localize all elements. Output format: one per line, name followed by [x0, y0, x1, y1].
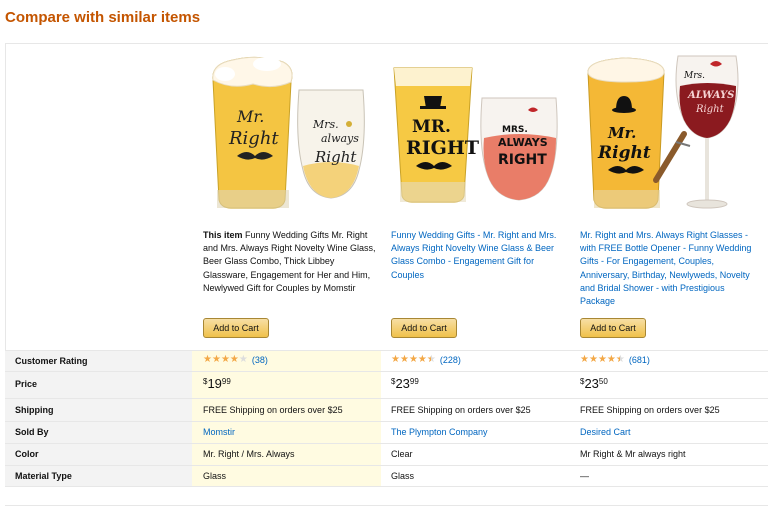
star-icon: ★	[597, 354, 607, 365]
image-lettering: Right	[695, 104, 725, 115]
color-label: Color	[15, 449, 39, 459]
product-3-seller-link[interactable]: Desired Cart	[580, 427, 631, 437]
product-2-rating[interactable]: ★★★★★ (228)	[391, 354, 461, 366]
price-cents: 99	[409, 377, 419, 386]
price-whole: 23	[395, 376, 410, 391]
shipping-label: Shipping	[15, 405, 54, 415]
product-image-3[interactable]: Mr. Right Mrs. ALWAYS Right	[580, 50, 750, 220]
sold-by-label: Sold By	[15, 427, 49, 437]
product-1-color: Mr. Right / Mrs. Always	[203, 449, 295, 459]
star-rating: ★ ★ ★ ★ ★	[203, 355, 248, 365]
row-divider	[5, 398, 768, 399]
image-lettering: Mr.	[236, 107, 264, 126]
product-3-price: $2350	[580, 376, 608, 391]
star-rating: ★ ★ ★ ★ ★	[580, 354, 625, 366]
image-lettering: ALWAYS	[687, 90, 734, 101]
product-2-price: $2399	[391, 376, 419, 391]
bottom-divider	[5, 505, 768, 506]
star-icon: ★	[220, 354, 230, 365]
product-3-color: Mr Right & Mr always right	[580, 449, 686, 459]
price-whole: 23	[584, 376, 599, 391]
image-lettering: Mr.	[607, 124, 636, 142]
star-rating: ★ ★ ★ ★ ★	[391, 354, 436, 366]
product-image-1[interactable]: Mr. Right Mrs. always Right	[203, 50, 373, 220]
image-lettering: MRS.	[502, 125, 528, 135]
price-cents: 50	[598, 377, 608, 386]
star-icon: ★	[588, 354, 598, 365]
this-item-label: This item	[203, 230, 243, 240]
star-icon: ★	[408, 354, 418, 365]
image-lettering: Right	[228, 128, 279, 149]
price-label: Price	[15, 379, 38, 389]
image-lettering: Right	[597, 143, 651, 163]
product-2-shipping: FREE Shipping on orders over $25	[391, 405, 531, 415]
row-divider	[5, 443, 768, 444]
review-count-link[interactable]: (681)	[629, 355, 650, 365]
review-count-link[interactable]: (228)	[440, 355, 461, 365]
material-type-label: Material Type	[15, 471, 72, 481]
star-icon: ★	[399, 354, 409, 365]
product-3-title-link[interactable]: Mr. Right and Mrs. Always Right Glasses …	[580, 229, 755, 308]
product-image-2[interactable]: MR. RIGHT MRS. ALWAYS RIGHT	[390, 50, 560, 220]
image-lettering: ALWAYS	[498, 136, 548, 149]
star-icon: ★	[427, 355, 436, 366]
image-lettering: Right	[314, 148, 357, 166]
product-2-title-link[interactable]: Funny Wedding Gifts - Mr. Right and Mrs.…	[391, 229, 566, 282]
star-icon: ★	[391, 354, 400, 365]
add-to-cart-button-1[interactable]: Add to Cart	[203, 318, 269, 338]
product-1-seller-link[interactable]: Momstir	[203, 427, 235, 437]
star-icon: ★	[580, 354, 589, 365]
product-1-shipping: FREE Shipping on orders over $25	[203, 405, 343, 415]
image-lettering: always	[321, 132, 359, 145]
price-whole: 19	[207, 376, 222, 391]
add-to-cart-button-2[interactable]: Add to Cart	[391, 318, 457, 338]
product-2-color: Clear	[391, 449, 413, 459]
price-cents: 99	[221, 377, 231, 386]
section-title: Compare with similar items	[5, 9, 201, 26]
product-2-seller-link[interactable]: The Plympton Company	[391, 427, 488, 437]
row-divider	[5, 486, 768, 487]
row-divider	[5, 465, 768, 466]
review-count-link[interactable]: (38)	[252, 355, 268, 365]
customer-rating-label: Customer Rating	[15, 356, 88, 366]
image-lettering: RIGHT	[406, 137, 479, 159]
product-3-rating[interactable]: ★★★★★ (681)	[580, 354, 650, 366]
row-divider	[5, 371, 768, 372]
star-icon: ★	[238, 354, 248, 365]
star-icon: ★	[606, 354, 616, 365]
product-1-price: $1999	[203, 376, 231, 391]
product-3-material: —	[580, 471, 589, 481]
image-lettering: Mrs.	[683, 71, 705, 81]
product-2-material: Glass	[391, 471, 415, 481]
image-lettering: MR.	[412, 117, 451, 137]
star-icon: ★	[229, 354, 239, 365]
star-icon: ★	[417, 354, 427, 365]
star-icon: ★	[203, 354, 212, 365]
product-3-shipping: FREE Shipping on orders over $25	[580, 405, 720, 415]
row-divider	[5, 421, 768, 422]
product-1-rating[interactable]: ★ ★ ★ ★ ★ (38)	[203, 355, 268, 366]
add-to-cart-button-3[interactable]: Add to Cart	[580, 318, 646, 338]
row-divider	[5, 350, 768, 351]
image-lettering: RIGHT	[498, 152, 547, 168]
star-icon: ★	[211, 354, 221, 365]
star-icon: ★	[616, 355, 625, 366]
product-1-material: Glass	[203, 471, 227, 481]
product-1-description: This item Funny Wedding Gifts Mr. Right …	[203, 229, 378, 295]
image-lettering: Mrs.	[312, 118, 339, 131]
